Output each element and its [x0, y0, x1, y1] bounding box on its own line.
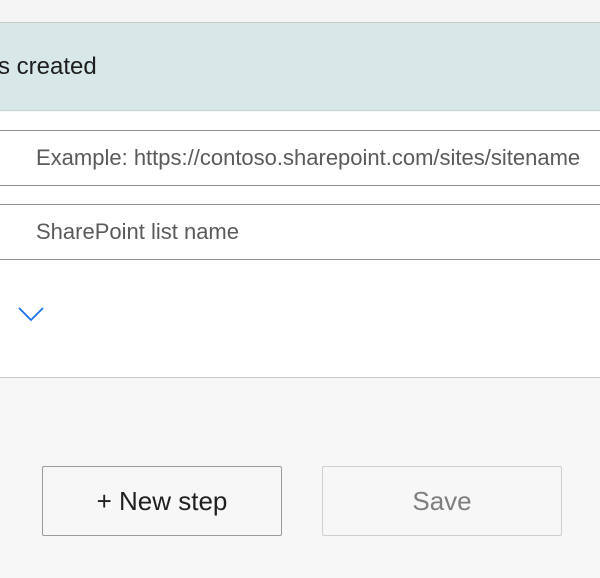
save-button[interactable]: Save — [322, 466, 562, 536]
trigger-card-body — [0, 112, 600, 378]
top-bar — [0, 0, 600, 23]
chevron-down-icon[interactable] — [16, 302, 46, 326]
site-address-input[interactable] — [0, 130, 600, 186]
trigger-card-header[interactable]: s created — [0, 23, 600, 111]
trigger-title: s created — [0, 52, 97, 80]
flow-designer-canvas: s created + New step Save — [0, 0, 600, 578]
list-name-input[interactable] — [0, 204, 600, 260]
new-step-button[interactable]: + New step — [42, 466, 282, 536]
